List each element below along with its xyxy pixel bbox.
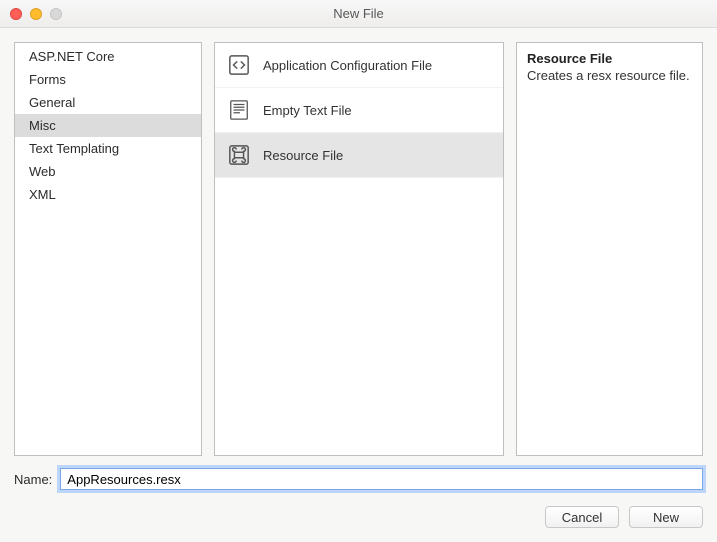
new-button[interactable]: New [629, 506, 703, 528]
category-item-xml[interactable]: XML [15, 183, 201, 206]
template-item-label: Empty Text File [263, 103, 352, 118]
dialog-button-row: Cancel New [545, 506, 703, 528]
template-item-label: Resource File [263, 148, 343, 163]
template-list: Application Configuration File Empty Tex… [215, 43, 503, 178]
name-input[interactable] [60, 468, 703, 490]
category-item-misc[interactable]: Misc [15, 114, 201, 137]
template-panel: Application Configuration File Empty Tex… [214, 42, 504, 456]
category-item-aspnet-core[interactable]: ASP.NET Core [15, 45, 201, 68]
category-list: ASP.NET Core Forms General Misc Text Tem… [15, 43, 201, 206]
window-title: New File [0, 6, 717, 21]
cancel-button[interactable]: Cancel [545, 506, 619, 528]
name-label: Name: [14, 472, 52, 487]
category-item-text-templating[interactable]: Text Templating [15, 137, 201, 160]
template-item-resource-file[interactable]: Resource File [215, 133, 503, 178]
template-item-empty-text[interactable]: Empty Text File [215, 88, 503, 133]
panels-row: ASP.NET Core Forms General Misc Text Tem… [14, 42, 703, 456]
template-item-app-config[interactable]: Application Configuration File [215, 43, 503, 88]
text-page-icon [227, 98, 251, 122]
description-panel: Resource File Creates a resx resource fi… [516, 42, 703, 456]
template-item-label: Application Configuration File [263, 58, 432, 73]
category-item-general[interactable]: General [15, 91, 201, 114]
category-item-forms[interactable]: Forms [15, 68, 201, 91]
description-title: Resource File [527, 51, 692, 66]
category-panel: ASP.NET Core Forms General Misc Text Tem… [14, 42, 202, 456]
name-row: Name: [14, 468, 703, 490]
category-item-web[interactable]: Web [15, 160, 201, 183]
command-icon [227, 143, 251, 167]
description-text: Creates a resx resource file. [527, 68, 692, 83]
window-titlebar: New File [0, 0, 717, 28]
angle-brackets-icon [227, 53, 251, 77]
dialog-content: ASP.NET Core Forms General Misc Text Tem… [0, 28, 717, 542]
